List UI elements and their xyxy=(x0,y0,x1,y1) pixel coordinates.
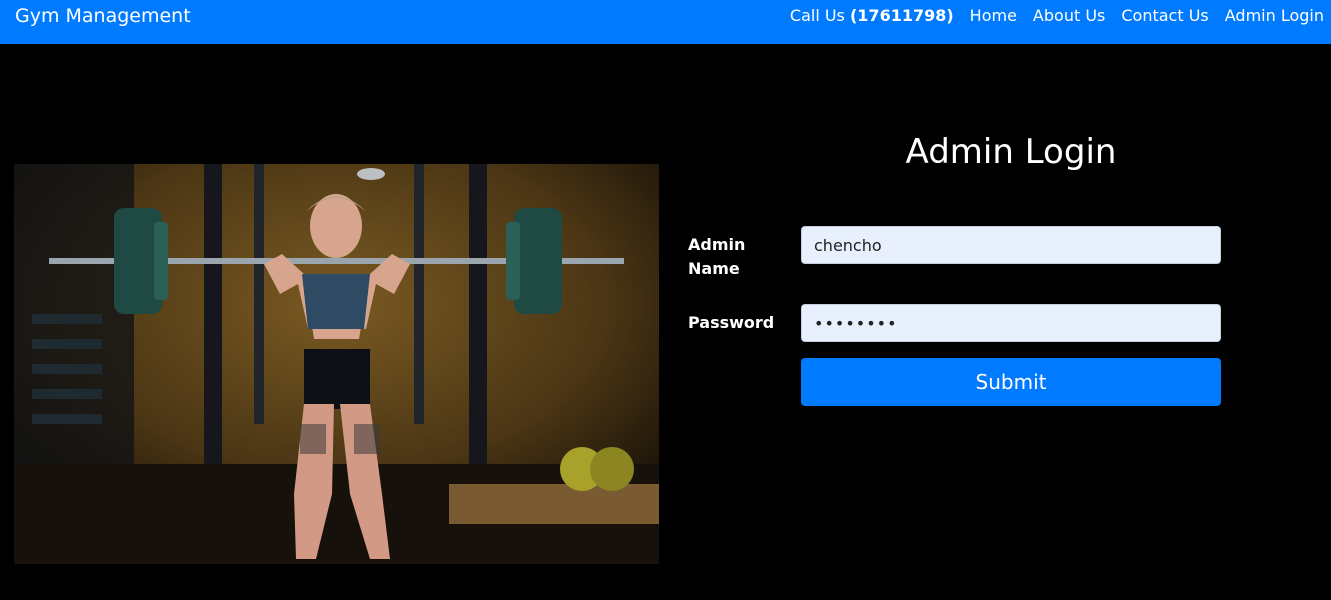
call-us-number: (17611798) xyxy=(849,6,954,25)
nav-home[interactable]: Home xyxy=(970,5,1017,27)
brand-link[interactable]: Gym Management xyxy=(15,4,191,28)
nav-admin-login[interactable]: Admin Login xyxy=(1225,5,1324,27)
submit-button[interactable]: Submit xyxy=(801,358,1221,406)
password-label: Password xyxy=(688,313,775,332)
password-input[interactable] xyxy=(801,304,1221,342)
admin-name-label: Admin Name xyxy=(688,235,746,278)
gym-photo-illustration xyxy=(14,164,659,564)
login-title: Admin Login xyxy=(905,132,1117,172)
nav-links: Call Us (17611798) Home About Us Contact… xyxy=(774,5,1324,27)
nav-contact-us[interactable]: Contact Us xyxy=(1121,5,1208,27)
gym-photo xyxy=(14,164,659,564)
top-navbar: Gym Management Call Us (17611798) Home A… xyxy=(0,0,1331,44)
nav-about-us[interactable]: About Us xyxy=(1033,5,1105,27)
call-us-label: Call Us xyxy=(789,6,845,25)
call-us-link[interactable]: Call Us (17611798) xyxy=(790,5,954,27)
admin-name-input[interactable] xyxy=(801,226,1221,264)
